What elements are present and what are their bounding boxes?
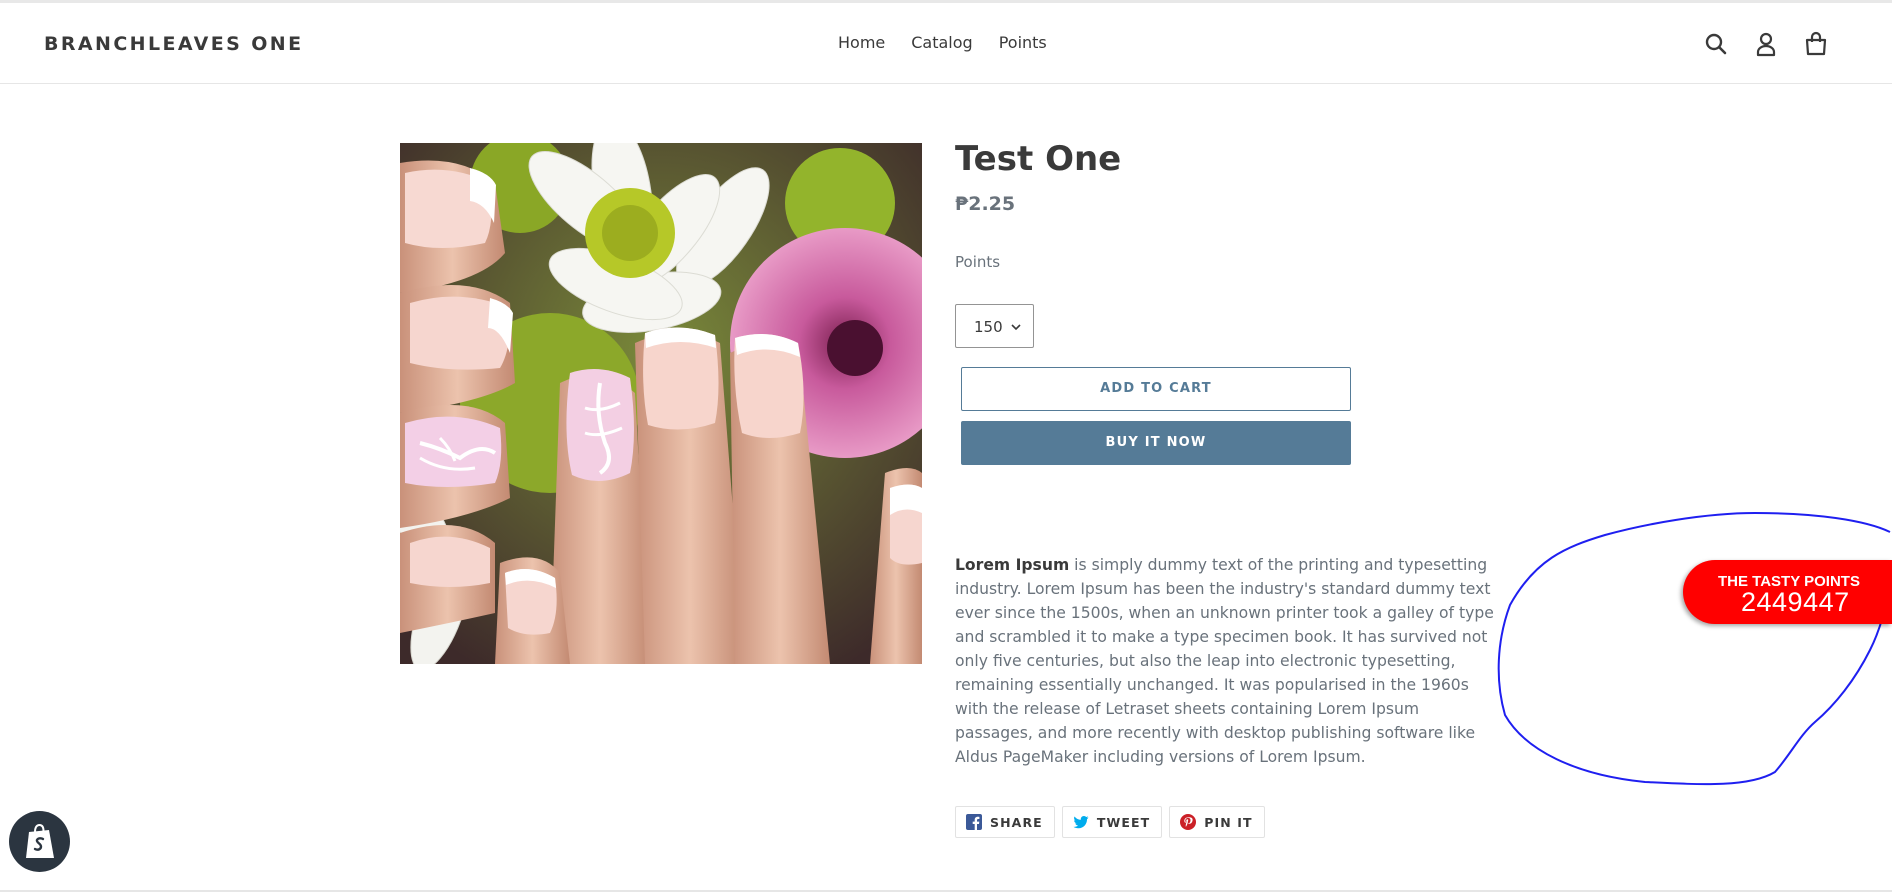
nav-home[interactable]: Home: [838, 33, 885, 52]
share-pinterest-button[interactable]: PIN IT: [1169, 806, 1265, 838]
product-title: Test One: [955, 139, 1122, 179]
option-label: Points: [955, 253, 1001, 271]
header-icons: [1703, 31, 1829, 57]
share-facebook-button[interactable]: SHARE: [955, 806, 1055, 838]
store-logo-text[interactable]: BRANCHLEAVES ONE: [44, 33, 303, 55]
description-text: is simply dummy text of the printing and…: [955, 556, 1494, 766]
description-bold: Lorem Ipsum: [955, 556, 1070, 574]
annotation-scribble: [1497, 511, 1891, 786]
chevron-down-icon: [1011, 324, 1021, 331]
product-image[interactable]: [400, 143, 922, 664]
cart-icon[interactable]: [1803, 31, 1829, 57]
product-price: ₱2.25: [955, 193, 1016, 215]
points-select-value: 150: [974, 318, 1003, 336]
site-header: BRANCHLEAVES ONE Home Catalog Points: [0, 3, 1892, 84]
nails-flowers-photo: [400, 143, 922, 664]
tasty-points-badge[interactable]: THE TASTY POINTS 2449447: [1683, 560, 1892, 624]
main-nav: Home Catalog Points: [838, 33, 1047, 52]
share-facebook-label: SHARE: [990, 814, 1043, 830]
pinterest-icon: [1180, 814, 1197, 830]
add-to-cart-button[interactable]: ADD TO CART: [961, 367, 1351, 411]
share-buttons: SHARE TWEET PIN IT: [955, 806, 1265, 838]
account-icon[interactable]: [1753, 31, 1779, 57]
tasty-points-value: 2449447: [1741, 587, 1850, 617]
search-icon[interactable]: [1703, 31, 1729, 57]
twitter-icon: [1073, 816, 1089, 829]
shopify-chat-button[interactable]: [9, 811, 70, 872]
points-select[interactable]: 150: [955, 304, 1034, 348]
buy-it-now-button[interactable]: BUY IT NOW: [961, 421, 1351, 465]
facebook-icon: [966, 814, 982, 830]
product-description: Lorem Ipsum is simply dummy text of the …: [955, 553, 1495, 769]
nav-catalog[interactable]: Catalog: [911, 33, 972, 52]
nav-points[interactable]: Points: [999, 33, 1047, 52]
share-pinterest-label: PIN IT: [1204, 814, 1253, 830]
share-twitter-button[interactable]: TWEET: [1061, 806, 1163, 838]
shopify-bag-icon: [25, 823, 54, 858]
share-twitter-label: TWEET: [1096, 814, 1151, 830]
